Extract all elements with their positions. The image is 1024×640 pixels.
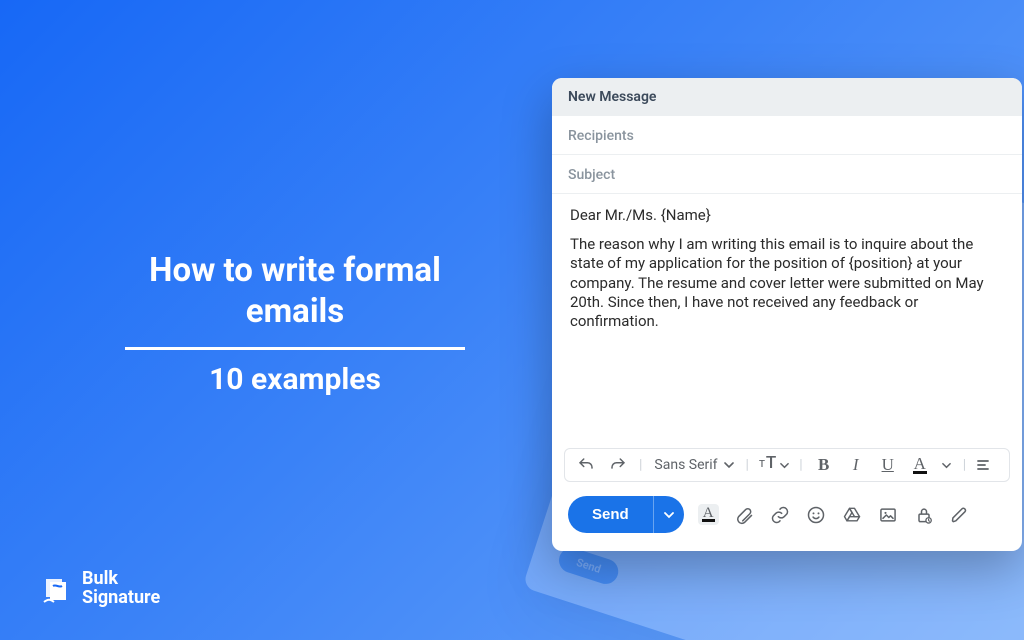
compose-window: New Message Recipients Subject Dear Mr./…: [552, 78, 1022, 551]
brand-name: Bulk Signature: [82, 570, 160, 608]
send-options-button[interactable]: [653, 496, 684, 533]
chevron-down-icon: [664, 510, 674, 520]
align-button[interactable]: [976, 454, 990, 476]
body-salutation: Dear Mr./Ms. {Name}: [570, 206, 1004, 225]
compose-actions: Send A: [552, 482, 1022, 551]
insert-drive-button[interactable]: [841, 504, 863, 526]
body-paragraph: The reason why I am writing this email i…: [570, 235, 1004, 331]
bold-button[interactable]: B: [813, 454, 835, 476]
headline-block: How to write formal emails 10 examples: [100, 250, 490, 397]
recipients-field[interactable]: Recipients: [552, 116, 1022, 155]
italic-button[interactable]: I: [845, 454, 867, 476]
compose-title: New Message: [552, 78, 1022, 116]
chevron-down-icon[interactable]: [941, 454, 953, 476]
chevron-down-icon: [780, 461, 789, 470]
formatting-toolbar: | Sans Serif | ᴛT | B I U A |: [564, 448, 1010, 482]
font-family-label: Sans Serif: [654, 457, 717, 473]
headline-title: How to write formal emails: [100, 250, 490, 333]
insert-emoji-button[interactable]: [805, 504, 827, 526]
brand-logo-icon: [40, 572, 74, 606]
chevron-down-icon: [724, 460, 734, 470]
confidential-mode-button[interactable]: [913, 504, 935, 526]
insert-link-button[interactable]: [769, 504, 791, 526]
undo-button[interactable]: [575, 454, 597, 476]
attach-file-button[interactable]: [733, 504, 755, 526]
toolbar-separator: |: [799, 457, 802, 473]
insert-signature-button[interactable]: [949, 504, 971, 526]
send-button[interactable]: Send: [568, 496, 653, 533]
underline-button[interactable]: U: [877, 454, 899, 476]
font-family-picker[interactable]: Sans Serif: [652, 457, 735, 473]
toolbar-separator: |: [963, 457, 966, 473]
headline-divider: [125, 347, 465, 350]
brand: Bulk Signature: [40, 570, 160, 608]
toolbar-separator: |: [639, 457, 642, 473]
compose-body[interactable]: Dear Mr./Ms. {Name} The reason why I am …: [552, 194, 1022, 448]
toolbar-separator: |: [746, 457, 749, 473]
promo-canvas: Send How to write formal emails 10 examp…: [0, 0, 1024, 640]
redo-button[interactable]: [607, 454, 629, 476]
insert-image-button[interactable]: [877, 504, 899, 526]
font-size-picker[interactable]: ᴛT: [759, 455, 789, 475]
headline-subtitle: 10 examples: [100, 362, 490, 397]
text-color-button[interactable]: A: [909, 454, 931, 476]
send-group: Send: [568, 496, 684, 533]
formatting-options-button[interactable]: A: [698, 504, 719, 525]
subject-field[interactable]: Subject: [552, 155, 1022, 194]
